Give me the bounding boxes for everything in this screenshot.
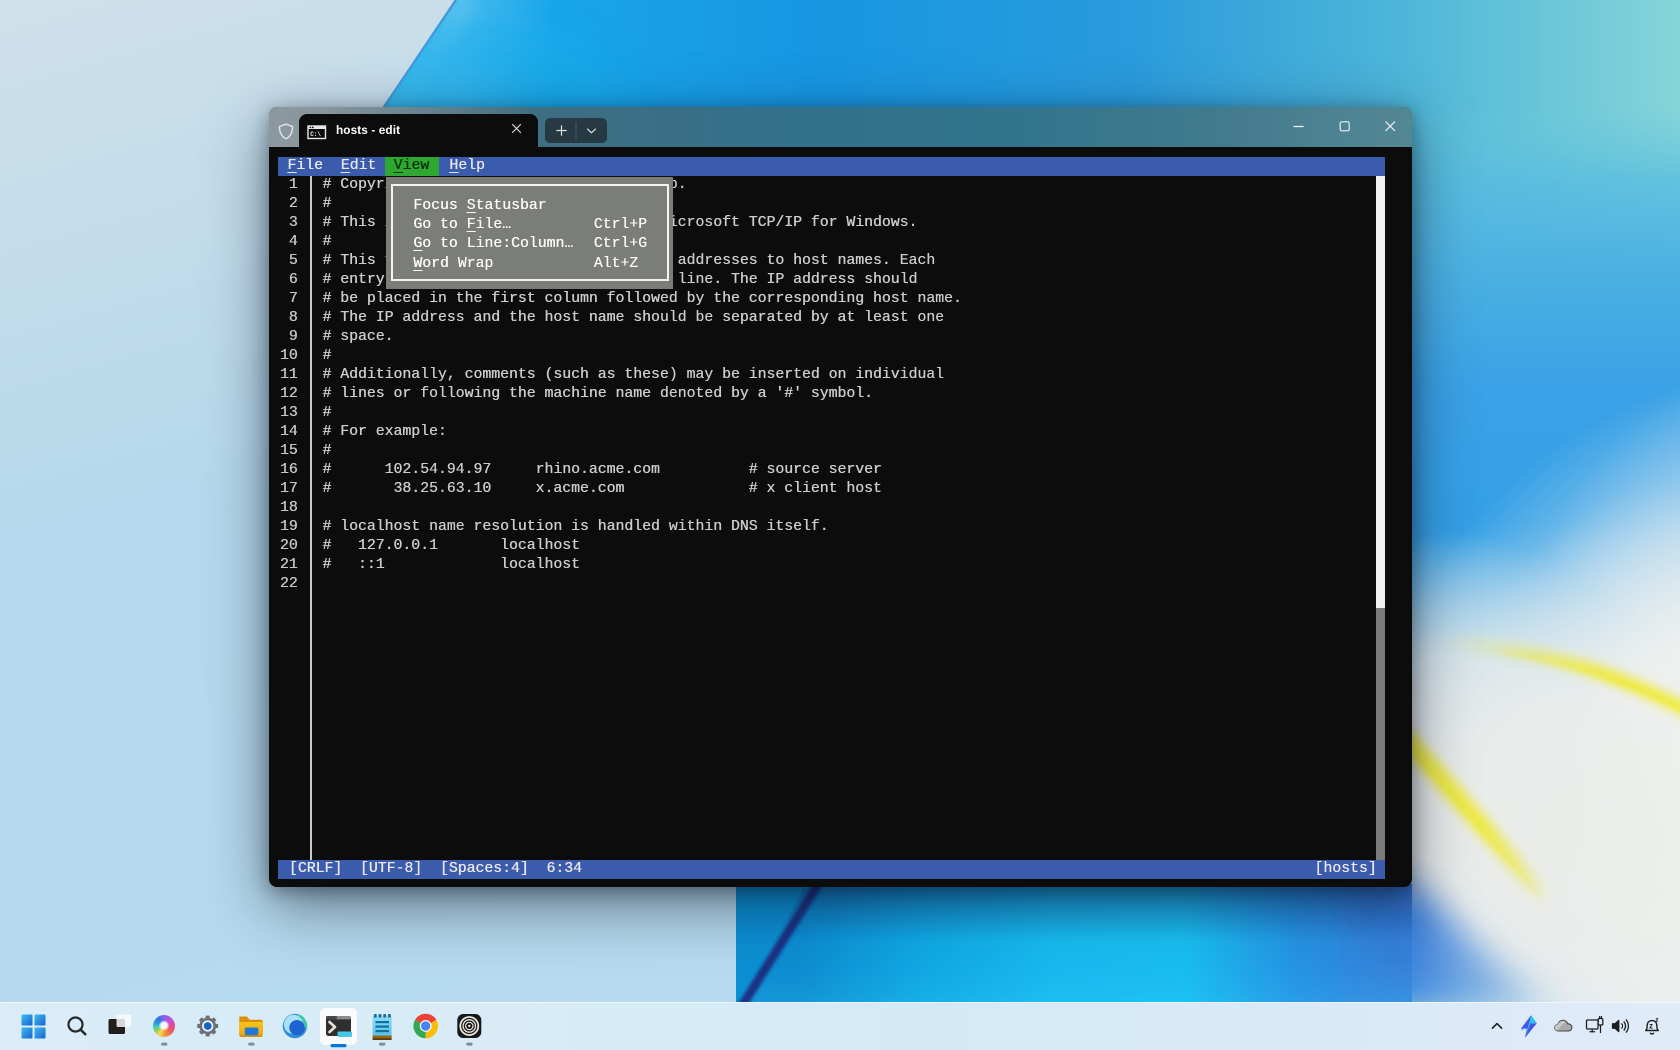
svg-text:z: z xyxy=(1655,1017,1659,1024)
svg-text:z: z xyxy=(1649,1022,1653,1031)
svg-text:C:\: C:\ xyxy=(310,131,321,138)
